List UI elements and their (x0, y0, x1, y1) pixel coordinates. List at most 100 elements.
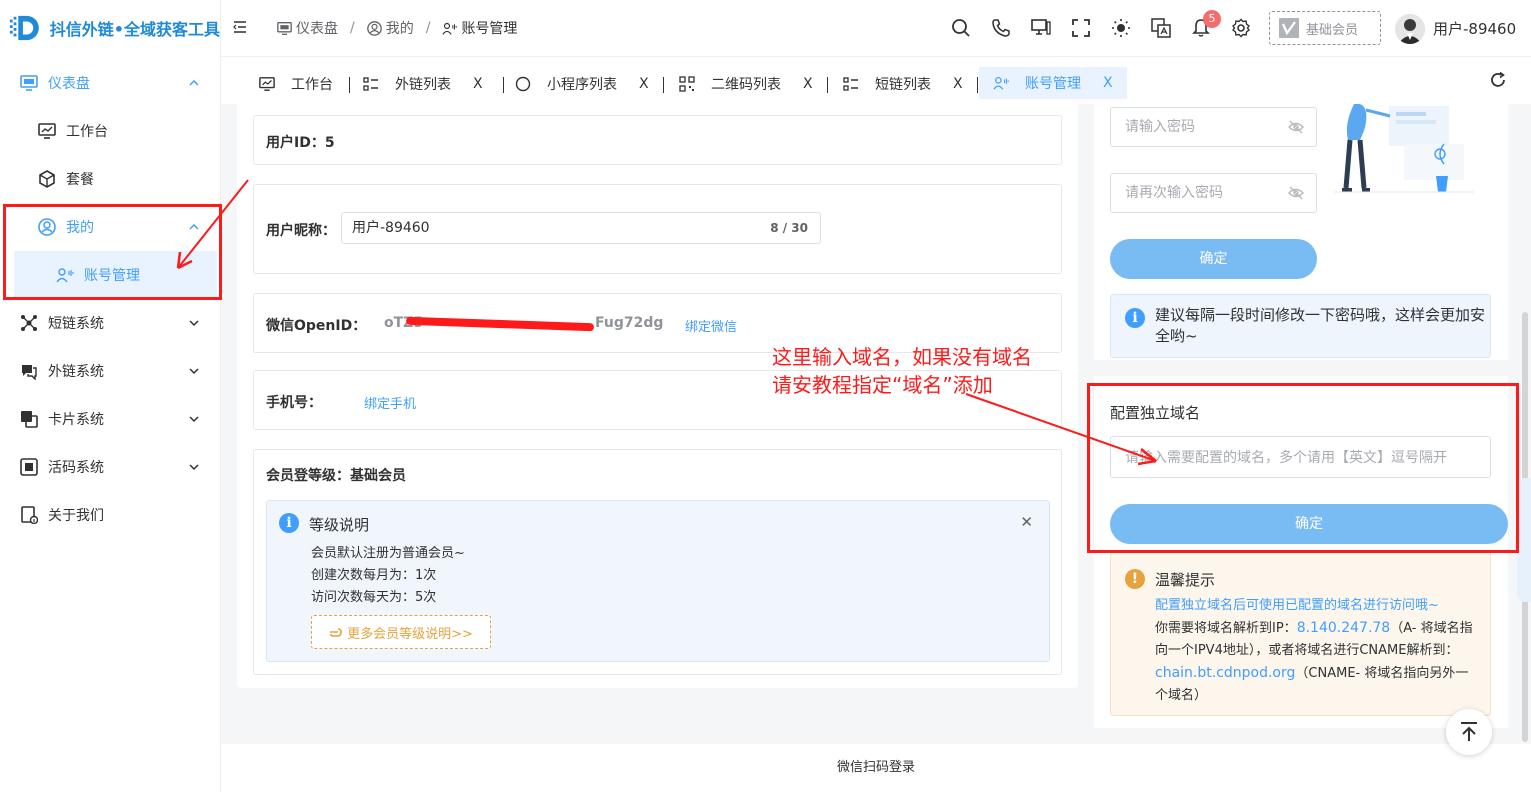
eye-off-icon[interactable] (1288, 186, 1304, 200)
username[interactable]: 用户-89460 (1433, 18, 1516, 39)
phone-label: 手机号： (266, 395, 322, 411)
domain-warning-link[interactable]: 配置独立域名后可使用已配置的域名进行访问哦~ (1155, 595, 1480, 617)
notification-badge: 5 (1203, 10, 1221, 28)
cname-link[interactable]: chain.bt.cdnpod.org (1155, 665, 1295, 681)
ip-link[interactable]: 8.140.247.78 (1297, 620, 1391, 636)
domain-warning-box: ! 温馨提示 配置独立域名后可使用已配置的域名进行访问哦~ 你需要将域名解析到I… (1110, 552, 1491, 716)
monitor-icon (38, 123, 56, 139)
nickname-row: 用户昵称： 用户-89460 8 / 30 (253, 184, 1062, 274)
refresh-icon[interactable] (1489, 71, 1507, 89)
level-row: 会员登等级：基础会员 i 等级说明 ✕ 会员默认注册为普通会员~ 创建次数每月为… (253, 449, 1062, 675)
tab-shortlink-list[interactable]: 短链列表 X (843, 69, 963, 99)
warning-icon: ! (1125, 569, 1145, 589)
level-info-line: 创建次数每月为：1次 (311, 568, 437, 583)
sidebar-item-label: 仪表盘 (48, 76, 90, 92)
sidebar-item-label: 卡片系统 (48, 412, 104, 428)
chevron-down-icon (189, 464, 199, 471)
user-id-row: 用户ID：5 (253, 115, 1062, 165)
sidebar-item-label: 套餐 (66, 172, 94, 188)
password-card: 请输入密码 请再次输入密码 确定 i 建议每隔一段时间修改一下密码哦，这样会更加… (1094, 104, 1508, 360)
annotation-text: 这里输入域名，如果没有域名 请安教程指定“域名”添加 (772, 345, 1032, 397)
eye-off-icon[interactable] (1288, 120, 1304, 134)
close-icon[interactable]: ✕ (1020, 513, 1033, 531)
bind-wechat-link[interactable]: 绑定微信 (685, 316, 737, 335)
breadcrumb-item-mine[interactable]: 我的 (366, 18, 414, 38)
logo[interactable]: 抖信外链•全域获客工具 (0, 0, 220, 56)
password-confirm-button[interactable]: 确定 (1110, 239, 1317, 279)
gear-icon[interactable] (1231, 18, 1251, 38)
info-icon: i (279, 513, 299, 533)
breadcrumb-separator: / (350, 20, 355, 36)
sidebar-item-workbench[interactable]: 工作台 (0, 107, 221, 155)
tab-separator (503, 77, 504, 93)
sidebar-item-about[interactable]: 关于我们 (0, 491, 221, 539)
desktop-icon[interactable] (1031, 18, 1051, 38)
tab-bar: 工作台 外链列表 X 小程序列表 X 二维码列表 X 短链列表 X 账号管理 X (221, 56, 1531, 104)
nickname-input[interactable]: 用户-89460 8 / 30 (341, 212, 821, 244)
sidebar-item-livecode[interactable]: 活码系统 (0, 443, 221, 491)
confirm-password-input[interactable]: 请再次输入密码 (1110, 173, 1317, 213)
bind-phone-link[interactable]: 绑定手机 (364, 393, 416, 412)
tab-qrcode-list[interactable]: 二维码列表 X (679, 69, 813, 99)
qrcode-icon (679, 76, 695, 92)
chevron-down-icon (189, 368, 199, 375)
translate-icon[interactable] (1151, 18, 1171, 38)
back-to-top-button[interactable] (1446, 709, 1492, 755)
phone-icon[interactable] (991, 18, 1011, 38)
sidebar-item-outlink[interactable]: 外链系统 (0, 347, 221, 395)
app-title: 抖信外链•全域获客工具 (49, 20, 220, 39)
sidebar-item-shortlink[interactable]: 短链系统 (0, 299, 221, 347)
user-voice-icon (442, 22, 458, 35)
more-levels-button[interactable]: 更多会员等级说明>> (311, 615, 491, 649)
sidebar-item-dashboard[interactable]: 仪表盘 (0, 59, 221, 107)
alert-title: 等级说明 (309, 516, 370, 534)
chevron-down-icon (189, 320, 199, 327)
sidebar-item-label: 关于我们 (48, 508, 104, 524)
sidebar-item-label: 工作台 (66, 124, 108, 140)
level-info-line: 会员默认注册为普通会员~ (311, 546, 465, 561)
chat-icon (22, 365, 37, 380)
fullscreen-icon[interactable] (1071, 18, 1091, 38)
password-tip-text: 建议每隔一段时间修改一下密码哦，这样会更加安全哟~ (1155, 306, 1486, 345)
password-input[interactable]: 请输入密码 (1110, 107, 1317, 147)
chevron-up-icon (189, 79, 199, 86)
openid-label: 微信OpenID： (266, 318, 367, 334)
level-info-alert: i 等级说明 ✕ 会员默认注册为普通会员~ 创建次数每月为：1次 访问次数每天为… (266, 500, 1050, 662)
avatar[interactable] (1395, 14, 1425, 44)
breadcrumb: 仪表盘 / 我的 / 账号管理 (277, 18, 517, 38)
logo-icon (9, 15, 39, 41)
monitor-icon (20, 75, 38, 91)
level-info-line: 访问次数每天为：5次 (311, 590, 437, 605)
warning-title: 温馨提示 (1155, 571, 1216, 589)
nickname-label: 用户昵称： (266, 223, 336, 239)
side-drawer-handle[interactable] (1517, 478, 1531, 602)
breadcrumb-item-dashboard[interactable]: 仪表盘 (277, 18, 338, 38)
sidebar-item-label: 短链系统 (48, 316, 104, 332)
tab-outlink-list[interactable]: 外链列表 X (363, 69, 483, 99)
tab-account[interactable]: 账号管理 X (979, 67, 1127, 99)
sidebar-item-card[interactable]: 卡片系统 (0, 395, 221, 443)
annotation-box-account (3, 204, 222, 300)
tab-close-button[interactable]: X (803, 76, 813, 92)
sidebar-item-label: 活码系统 (48, 460, 104, 476)
info-doc-icon (21, 506, 38, 524)
membership-badge[interactable]: 基础会员 (1269, 11, 1381, 45)
footer[interactable]: 微信扫码登录 (221, 744, 1531, 792)
user-circle-icon (366, 20, 382, 36)
search-icon[interactable] (951, 18, 971, 38)
tab-close-button[interactable]: X (953, 76, 963, 92)
openid-suffix: Fug72dg (595, 315, 664, 331)
char-counter: 8 / 30 (770, 221, 808, 235)
sidebar-item-package[interactable]: 套餐 (0, 155, 221, 203)
tab-separator (977, 77, 978, 93)
list-icon (363, 77, 378, 91)
menu-collapse-icon[interactable] (233, 20, 247, 34)
tab-close-button[interactable]: X (1103, 75, 1113, 91)
tab-miniprogram-list[interactable]: 小程序列表 X (515, 69, 649, 99)
tab-workbench[interactable]: 工作台 (259, 69, 333, 99)
tab-close-button[interactable]: X (473, 76, 483, 92)
tab-close-button[interactable]: X (639, 76, 649, 92)
user-avatar-icon (1395, 14, 1425, 44)
sun-icon[interactable] (1111, 18, 1131, 38)
card-icon (21, 411, 38, 428)
